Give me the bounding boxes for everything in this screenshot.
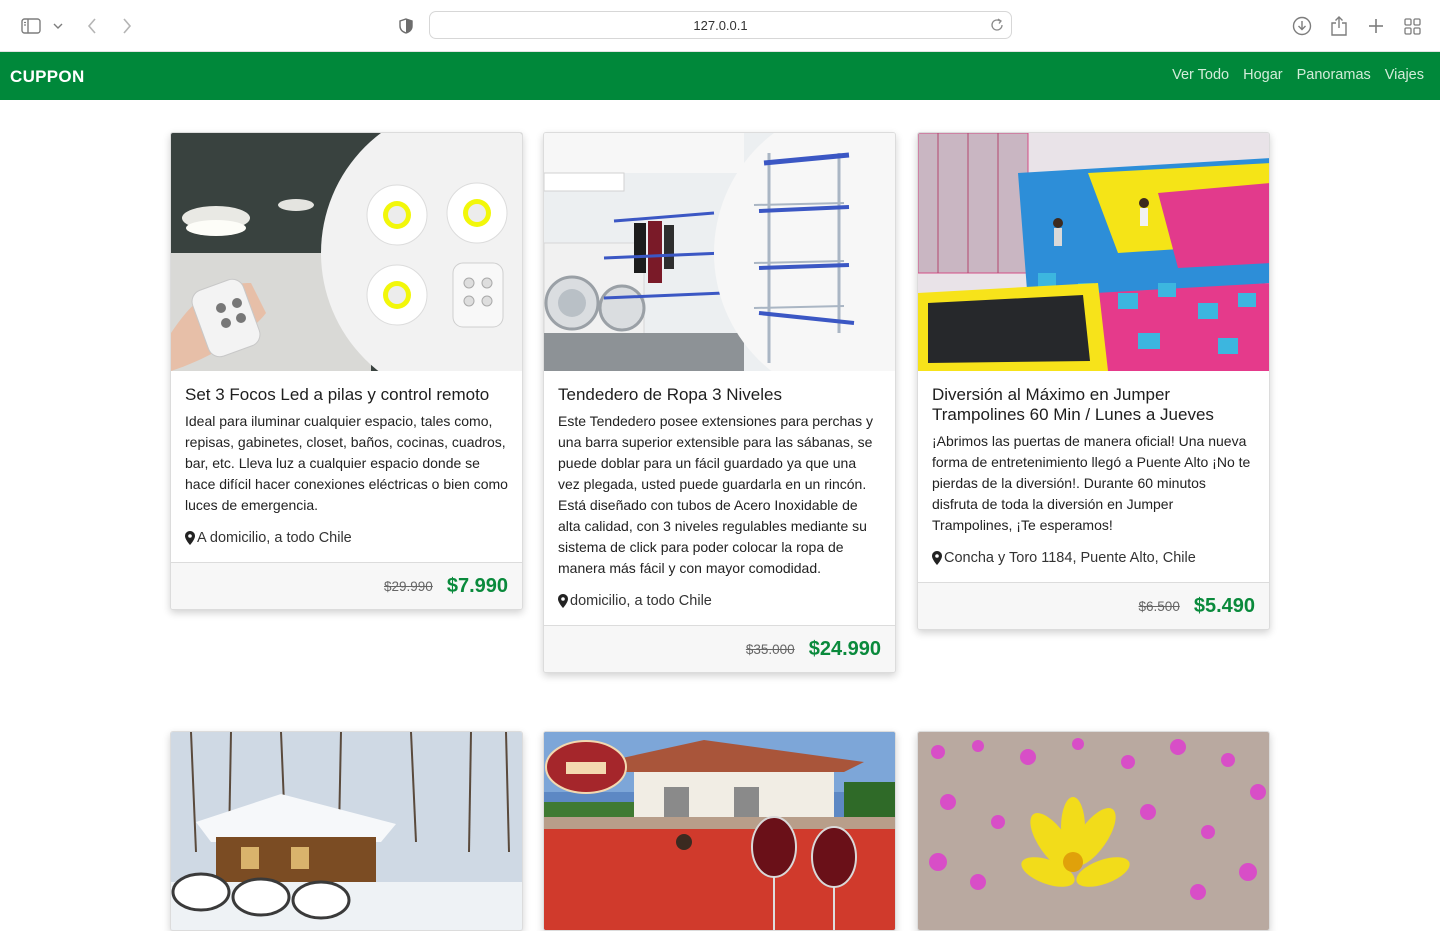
price: $24.990 <box>808 637 881 660</box>
card-footer: $29.990 $7.990 <box>171 562 522 609</box>
map-pin-icon <box>185 531 195 545</box>
card-description: Ideal para iluminar cualquier espacio, t… <box>185 413 508 513</box>
card-location: A domicilio, a todo Chile <box>185 530 508 546</box>
card-description: Este Tendedero posee extensiones para pe… <box>558 413 873 576</box>
card-footer: $6.500 $5.490 <box>918 582 1269 629</box>
map-pin-icon <box>932 551 942 565</box>
back-icon[interactable] <box>80 14 104 38</box>
card-title[interactable]: Tendedero de Ropa 3 Niveles <box>558 385 881 405</box>
nav-link-viajes[interactable]: Viajes <box>1385 67 1424 83</box>
forward-icon[interactable] <box>115 14 139 38</box>
product-image-hotel-pool[interactable] <box>544 732 895 930</box>
navbar: CUPPON Ver Todo Hogar Panoramas Viajes <box>0 52 1440 100</box>
card-title[interactable]: Diversión al Máximo en Jumper Trampoline… <box>932 385 1255 425</box>
sidebar-toggle-icon[interactable] <box>19 14 43 38</box>
price: $5.490 <box>1193 594 1255 617</box>
new-tab-icon[interactable] <box>1364 14 1388 38</box>
nav-link-ver-todo[interactable]: Ver Todo <box>1172 67 1229 83</box>
map-pin-icon <box>558 594 568 608</box>
location-text: A domicilio, a todo Chile <box>197 530 352 546</box>
product-image-led-lights[interactable] <box>171 133 522 371</box>
nav-link-hogar[interactable]: Hogar <box>1243 67 1283 83</box>
browser-toolbar: 127.0.0.1 <box>0 0 1440 52</box>
product-image-clothes-rack[interactable] <box>544 133 895 371</box>
product-card[interactable]: Set 3 Focos Led a pilas y control remoto… <box>170 132 523 610</box>
url-text: 127.0.0.1 <box>693 17 748 33</box>
nav-link-panoramas[interactable]: Panoramas <box>1297 67 1371 83</box>
card-title[interactable]: Set 3 Focos Led a pilas y control remoto <box>185 385 508 405</box>
reload-icon[interactable] <box>989 17 1005 33</box>
card-location: Concha y Toro 1184, Puente Alto, Chile <box>932 550 1255 566</box>
product-card[interactable]: Tendedero de Ropa 3 Niveles Este Tendede… <box>543 132 896 673</box>
share-icon[interactable] <box>1327 14 1351 38</box>
product-image-snow-cabin[interactable] <box>171 732 522 930</box>
old-price: $29.990 <box>384 578 433 594</box>
product-card[interactable] <box>170 731 523 931</box>
product-image-desert-flowers[interactable] <box>918 732 1269 930</box>
card-description: ¡Abrimos las puertas de manera oficial! … <box>932 433 1251 533</box>
product-card[interactable] <box>543 731 896 931</box>
brand-logo[interactable]: CUPPON <box>10 67 85 87</box>
nav-links: Ver Todo Hogar Panoramas Viajes <box>1172 67 1424 83</box>
old-price: $6.500 <box>1138 598 1180 614</box>
tab-overview-icon[interactable] <box>1400 14 1424 38</box>
download-icon[interactable] <box>1290 14 1314 38</box>
product-image-trampoline-park[interactable] <box>918 133 1269 371</box>
address-bar[interactable]: 127.0.0.1 <box>429 11 1012 39</box>
card-footer: $35.000 $24.990 <box>544 625 895 672</box>
chevron-down-icon[interactable] <box>48 14 68 38</box>
shield-icon[interactable] <box>394 14 418 38</box>
price: $7.990 <box>446 574 508 597</box>
product-card[interactable]: Diversión al Máximo en Jumper Trampoline… <box>917 132 1270 630</box>
location-text: Concha y Toro 1184, Puente Alto, Chile <box>944 550 1196 566</box>
location-text: domicilio, a todo Chile <box>570 593 712 609</box>
product-card[interactable] <box>917 731 1270 931</box>
old-price: $35.000 <box>745 641 795 657</box>
card-location: domicilio, a todo Chile <box>558 593 881 609</box>
